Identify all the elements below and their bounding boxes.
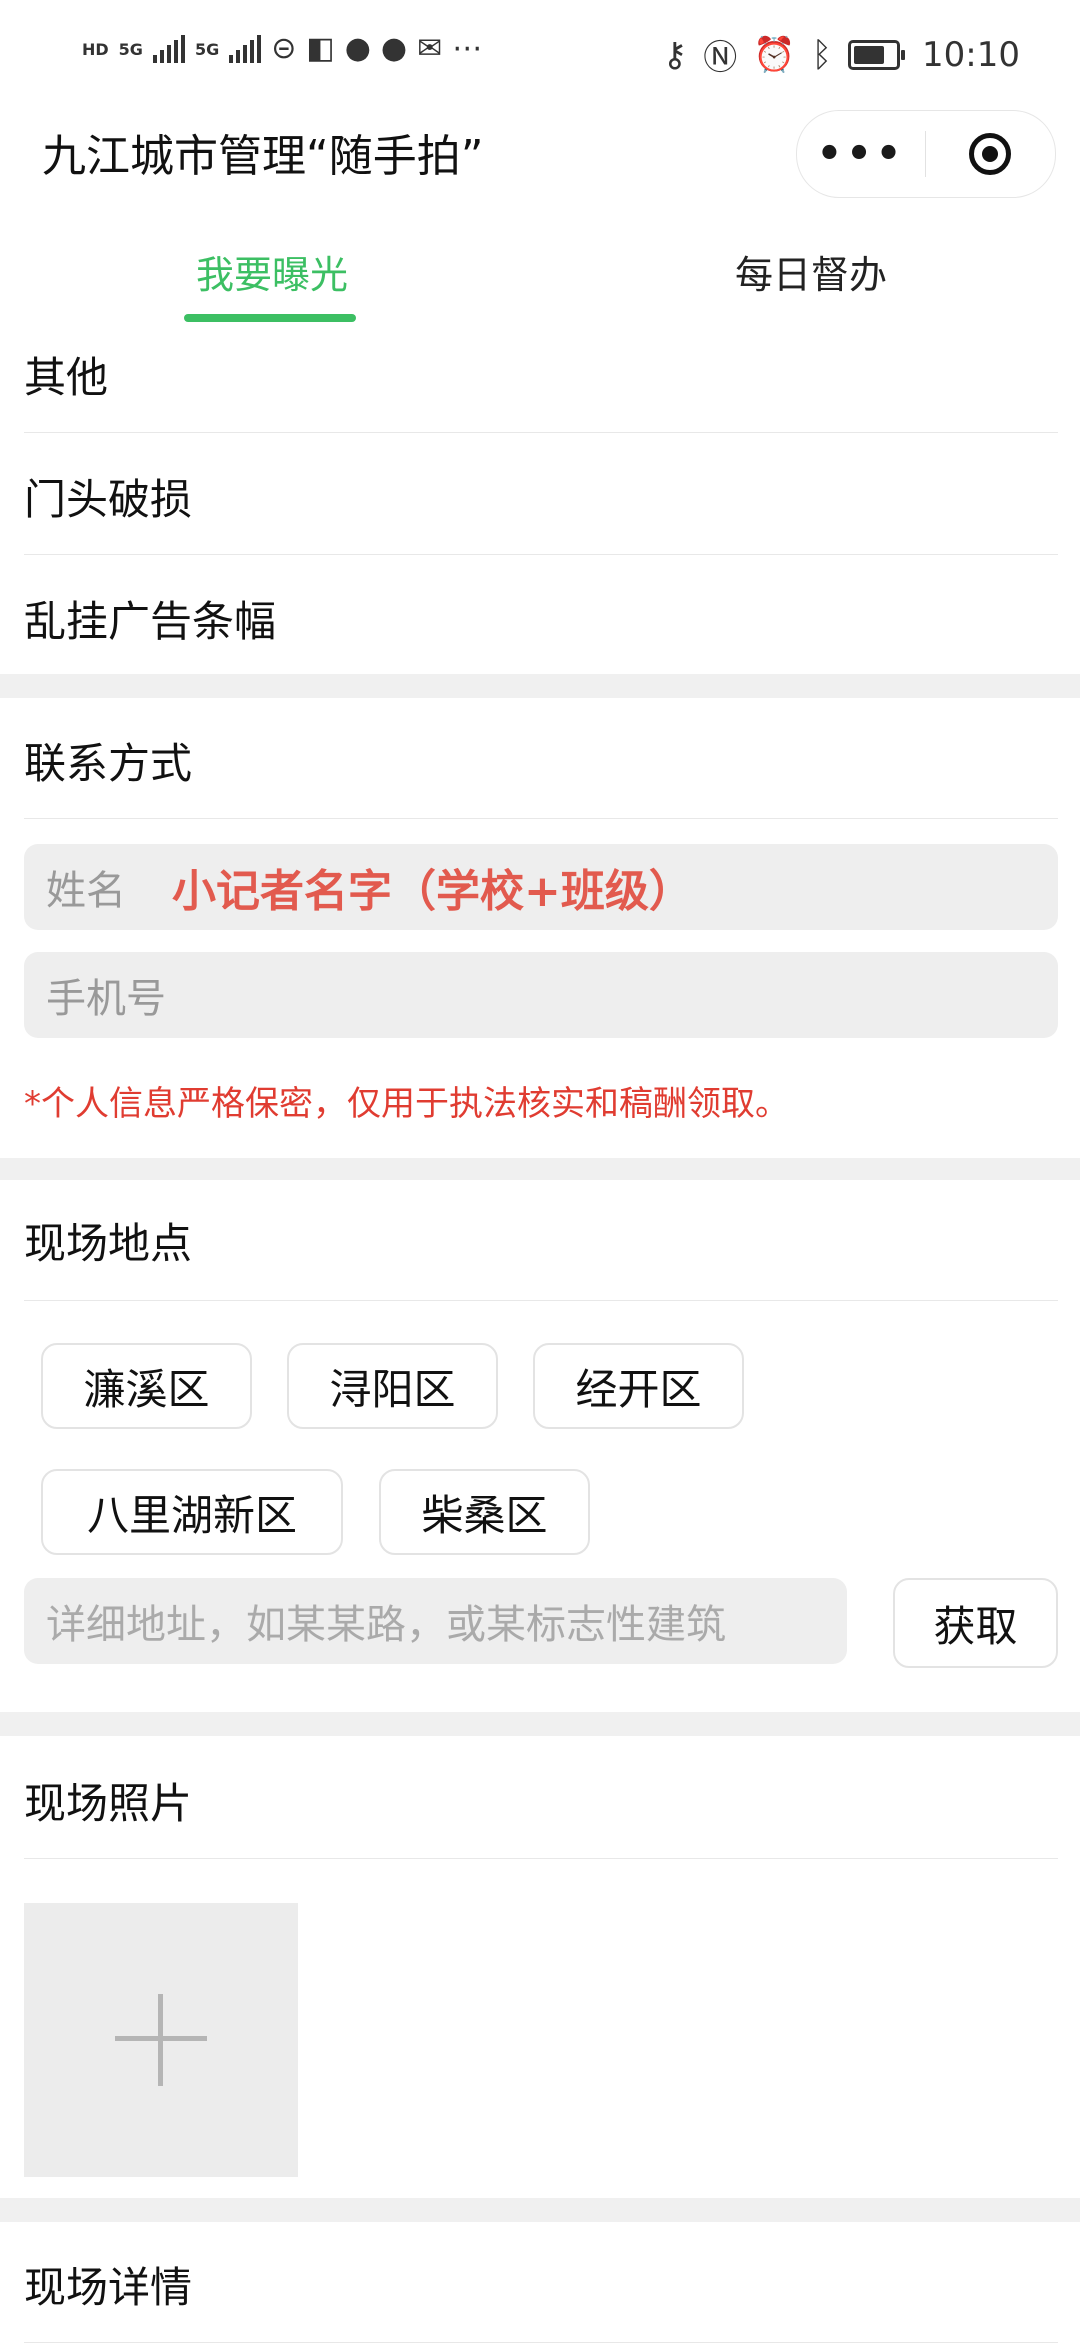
divider: [24, 1300, 1058, 1301]
list-item[interactable]: 门头破损: [24, 466, 192, 527]
tab-expose[interactable]: 我要曝光: [196, 244, 348, 299]
address-input[interactable]: 详细地址，如某某路，或某标志性建筑: [24, 1578, 847, 1664]
plus-icon: [158, 1994, 163, 2086]
battery-icon: [848, 39, 906, 70]
network-type-label: 5G: [118, 39, 143, 59]
status-left: HD 5G 5G ⊝ ◧ ● ● ✉ ⋯: [82, 34, 482, 64]
clock: 10:10: [922, 34, 1020, 75]
privacy-notice: *个人信息严格保密，仅用于执法核实和稿酬领取。: [24, 1084, 789, 1124]
list-item[interactable]: 乱挂广告条幅: [24, 588, 276, 649]
get-location-button[interactable]: 获取: [893, 1578, 1058, 1668]
district-chip[interactable]: 濂溪区: [41, 1343, 252, 1429]
nfc-icon: Ⓝ: [703, 38, 738, 78]
phone-placeholder: 手机号: [46, 976, 166, 1022]
divider: [24, 2342, 1058, 2343]
bluetooth-icon: ᛒ: [811, 34, 833, 75]
section-gap: [0, 1158, 1080, 1180]
network-type-label: 5G: [194, 39, 220, 59]
status-right: ⚷ Ⓝ ⏰ ᛒ 10:10: [662, 30, 1020, 79]
chat-icon: ●: [344, 31, 371, 66]
divider: [24, 818, 1058, 819]
more-menu-button[interactable]: •••: [797, 134, 925, 174]
district-chip[interactable]: 浔阳区: [287, 1343, 498, 1429]
mini-program-capsule: •••: [796, 110, 1056, 198]
page-title: 九江城市管理“随手拍”: [42, 131, 484, 182]
name-overlay-annotation: 小记者名字（学校+班级）: [172, 866, 693, 917]
active-tab-indicator: [184, 314, 356, 322]
section-title-photos: 现场照片: [24, 1779, 193, 1828]
section-gap: [0, 674, 1080, 698]
section-gap: [0, 1712, 1080, 1736]
chat-icon: ●: [380, 31, 408, 66]
app-icon: ◧: [306, 31, 335, 66]
address-placeholder: 详细地址，如某某路，或某标志性建筑: [46, 1602, 726, 1648]
list-item[interactable]: 其他: [24, 344, 108, 405]
hd-icon: HD: [82, 39, 109, 59]
divider: [24, 432, 1058, 433]
mail-icon: ✉: [417, 31, 443, 66]
section-title-contact: 联系方式: [24, 739, 193, 788]
signal-icon: [152, 35, 185, 63]
section-title-details: 现场详情: [24, 2263, 193, 2312]
signal-icon: [229, 35, 262, 63]
district-chip[interactable]: 八里湖新区: [41, 1469, 343, 1555]
district-chip[interactable]: 经开区: [533, 1343, 744, 1429]
divider: [24, 554, 1058, 555]
status-bar: HD 5G 5G ⊝ ◧ ● ● ✉ ⋯ ⚷ Ⓝ ⏰ ᛒ 10:10: [0, 0, 1080, 110]
key-icon: ⚷: [662, 34, 688, 75]
target-icon: [969, 133, 1011, 175]
close-miniprogram-button[interactable]: [926, 133, 1054, 175]
wifi-icon: ⊝: [271, 31, 297, 66]
more-dots-icon: ⋯: [452, 31, 483, 66]
alarm-icon: ⏰: [753, 34, 796, 75]
phone-field[interactable]: 手机号: [24, 952, 1058, 1038]
section-gap: [0, 2198, 1080, 2222]
name-field[interactable]: 姓名 小记者名字（学校+班级）: [24, 844, 1058, 930]
name-placeholder: 姓名: [46, 868, 126, 914]
tab-daily-supervise[interactable]: 每日督办: [735, 244, 887, 299]
divider: [24, 1858, 1058, 1859]
district-chip[interactable]: 柴桑区: [379, 1469, 590, 1555]
section-title-location: 现场地点: [24, 1219, 193, 1268]
